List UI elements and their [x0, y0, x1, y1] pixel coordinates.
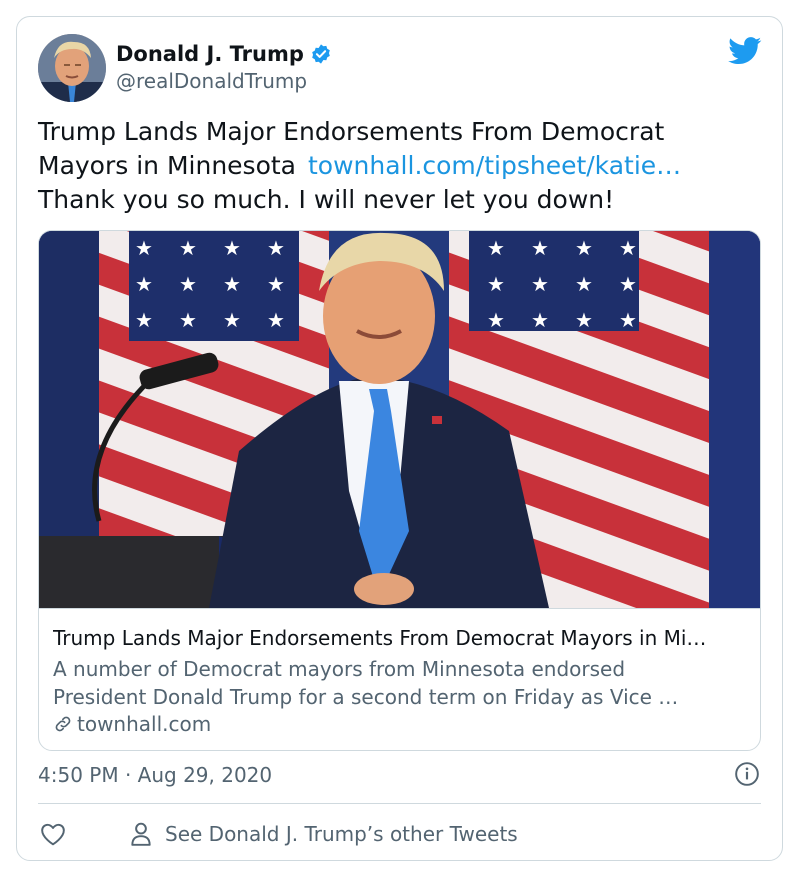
author-name-text[interactable]: Donald J. Trump [116, 42, 304, 66]
link-preview-domain[interactable]: townhall.com [53, 712, 211, 736]
tweet-text-line: Trump Lands Major Endorsements From Demo… [38, 117, 665, 146]
tweet-actions: See Donald J. Trump’s other Tweets [38, 817, 761, 851]
link-preview-card[interactable]: ★ [38, 230, 761, 751]
link-preview-domain-text[interactable]: townhall.com [77, 712, 211, 736]
link-icon [55, 716, 71, 732]
see-other-tweets-link[interactable]: See Donald J. Trump’s other Tweets [165, 822, 518, 846]
tweet-link[interactable]: townhall.com/tipsheet/katie… [308, 151, 681, 180]
avatar[interactable] [38, 34, 106, 102]
info-icon[interactable] [734, 761, 760, 787]
divider [38, 803, 761, 804]
link-preview-description-line: President Donald Trump for a second term… [53, 685, 679, 709]
tweet-text-line: Thank you so much. I will never let you … [38, 185, 615, 214]
person-icon[interactable] [130, 821, 152, 847]
link-preview-title[interactable]: Trump Lands Major Endorsements From Demo… [53, 626, 753, 650]
tweet-timestamp[interactable]: 4:50 PM · Aug 29, 2020 [38, 763, 272, 787]
embedded-tweet-card: Donald J. Trump @realDonaldTrump Trump L… [16, 16, 783, 861]
heart-icon[interactable] [40, 822, 66, 846]
author-handle[interactable]: @realDonaldTrump [116, 69, 307, 93]
tweet-text: Trump Lands Major Endorsements From Demo… [38, 115, 758, 217]
link-preview-description-line: A number of Democrat mayors from Minneso… [53, 657, 626, 681]
verified-badge-icon [312, 44, 330, 64]
tweet-text-line: Mayors in Minnesota [38, 151, 296, 180]
link-preview-info[interactable]: Trump Lands Major Endorsements From Demo… [39, 608, 760, 750]
author-name[interactable]: Donald J. Trump [116, 42, 332, 66]
link-preview-description: A number of Democrat mayors from Minneso… [53, 655, 753, 711]
link-preview-image[interactable]: ★ [39, 231, 760, 608]
twitter-bird-icon[interactable] [728, 37, 762, 65]
